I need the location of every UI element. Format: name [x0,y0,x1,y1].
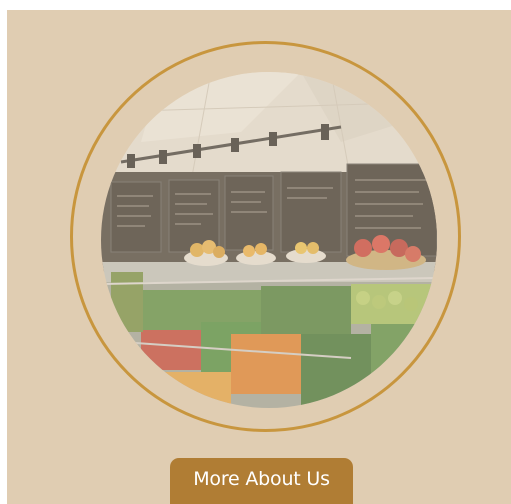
more-about-us-button[interactable]: More About Us [170,458,353,504]
store-interior-photo [101,72,437,408]
about-section [7,10,511,504]
